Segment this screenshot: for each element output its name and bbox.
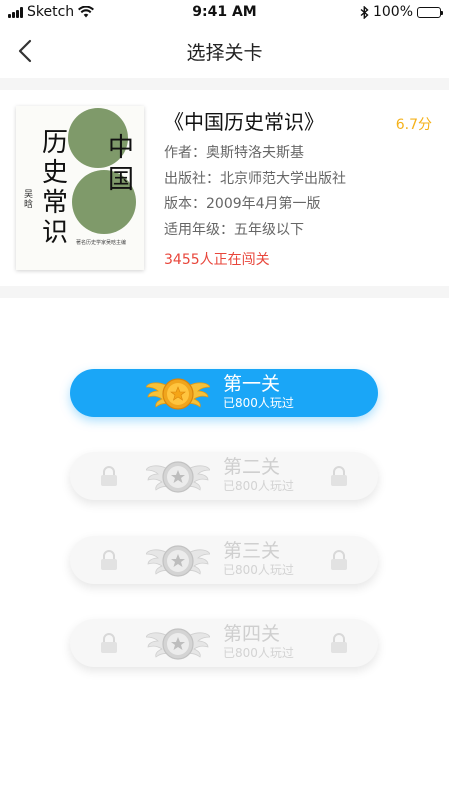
bluetooth-icon [360,5,369,19]
book-grade: 适用年级：五年级以下 [164,221,304,238]
silver-medal-icon [146,545,210,577]
level-title: 第二关 [223,456,281,478]
level-title: 第三关 [223,540,281,562]
lock-icon [331,550,347,570]
battery-icon [417,6,443,18]
cover-title-side: 中国 [108,133,135,195]
lock-icon [101,550,117,570]
level-button-1[interactable]: 第一关 已800人玩过 [70,369,378,417]
book-cover: 历史常识 中国 吴晗 著名历史学家吴晗主编 [16,106,144,270]
level-button-3[interactable]: 第三关 已800人玩过 [70,536,378,584]
lock-icon [101,633,117,653]
status-bar: Sketch 9:41 AM 100% [0,0,449,24]
level-button-2[interactable]: 第二关 已800人玩过 [70,452,378,500]
book-publisher: 出版社：北京师范大学出版社 [164,170,346,187]
cover-author: 吴晗 [24,190,34,210]
status-right: 100% [360,4,443,20]
book-edition: 版本：2009年4月第一版 [164,196,321,212]
book-score: 6.7分 [395,117,432,133]
level-played: 已800人玩过 [223,396,294,410]
challenge-count: 3455人正在闯关 [164,252,270,268]
book-author: 作者：奥斯特洛夫斯基 [164,145,304,161]
silver-medal-icon [146,461,210,493]
level-played: 已800人玩过 [223,479,294,493]
page-title: 选择关卡 [186,42,263,64]
level-title: 第四关 [223,623,281,645]
lock-icon [101,466,117,486]
silver-medal-icon [146,628,210,660]
book-meta: 作者：奥斯特洛夫斯基 出版社：北京师范大学出版社 版本：2009年4月第一版 适… [164,141,436,243]
battery-percent: 100% [372,4,413,20]
section-divider [0,286,449,298]
section-divider [0,78,449,90]
level-button-4[interactable]: 第四关 已800人玩过 [70,619,378,667]
level-played: 已800人玩过 [223,646,294,660]
gold-medal-icon [146,378,210,410]
lock-icon [331,633,347,653]
lock-icon [331,466,347,486]
book-info: 《中国历史常识》 6.7分 作者：奥斯特洛夫斯基 出版社：北京师范大学出版社 版… [164,108,436,269]
level-played: 已800人玩过 [223,563,294,577]
book-card: 历史常识 中国 吴晗 著名历史学家吴晗主编 《中国历史常识》 6.7分 作者：奥… [0,90,449,286]
cover-caption: 著名历史学家吴晗主编 [76,240,127,246]
cover-title: 历史常识 [42,128,69,248]
level-title: 第一关 [223,373,281,395]
nav-bar: 选择关卡 [0,24,449,78]
